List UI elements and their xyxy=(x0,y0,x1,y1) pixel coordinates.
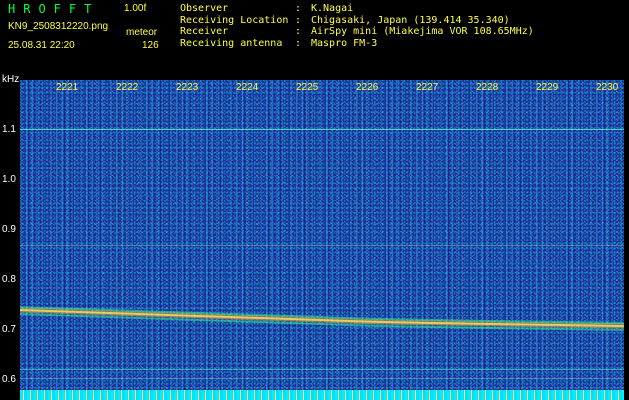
time-tick-label: 2228 xyxy=(476,82,499,93)
meteor-count: 126 xyxy=(142,40,159,51)
datetime-label: 25.08.31 22:20 xyxy=(8,40,75,51)
info-value: AirSpy mini (Miakejima VOR 108.65MHz) xyxy=(311,26,534,37)
y-tick-label: 1.1 xyxy=(2,124,16,135)
y-tick-label: 0.6 xyxy=(2,374,16,385)
meteor-label: meteor xyxy=(126,27,158,38)
unit-label: kHz xyxy=(2,74,20,85)
time-tick-label: 2225 xyxy=(296,82,319,93)
time-tick-label: 2221 xyxy=(56,82,79,93)
version-label: 1.00f xyxy=(124,3,147,14)
info-row-receiver: Receiver : AirSpy mini (Miakejima VOR 10… xyxy=(180,26,534,38)
header-left: HROFFT 1.00f KN9_2508312220.png meteor 2… xyxy=(0,0,165,75)
y-tick-label: 0.7 xyxy=(2,324,16,335)
info-key: Receiving Location xyxy=(180,14,289,26)
info-value: K.Nagai xyxy=(311,3,354,14)
time-tick-label: 2229 xyxy=(536,82,559,93)
signal-trace xyxy=(20,306,624,331)
info-separator: : xyxy=(295,37,302,49)
info-key: Receiver xyxy=(180,26,229,37)
info-key: Receiving antenna xyxy=(180,37,283,49)
info-separator: : xyxy=(295,3,302,14)
app-title: HROFFT xyxy=(8,2,100,16)
time-tick-label: 2222 xyxy=(116,82,139,93)
info-value: Maspro FM-3 xyxy=(311,37,378,49)
time-tick-label: 2223 xyxy=(176,82,199,93)
info-row-location: Receiving Location : Chigasaki, Japan (1… xyxy=(180,15,534,27)
time-tick-label: 2224 xyxy=(236,82,259,93)
spectrogram-plot[interactable]: 2221 2222 2223 2224 2225 2226 2227 2228 … xyxy=(20,80,624,400)
y-tick-label: 1.0 xyxy=(2,174,16,185)
time-tick-label: 2227 xyxy=(416,82,439,93)
info-separator: : xyxy=(295,14,302,26)
filename-label: KN9_2508312220.png xyxy=(8,21,109,32)
y-tick-label: 0.8 xyxy=(2,274,16,285)
info-key: Observer xyxy=(180,3,229,14)
info-row-observer: Observer : K.Nagai xyxy=(180,3,534,15)
info-row-antenna: Receiving antenna : Maspro FM-3 xyxy=(180,38,534,50)
bottom-intensity-strip xyxy=(20,390,624,400)
info-separator: : xyxy=(295,26,302,37)
y-tick-label: 0.9 xyxy=(2,224,16,235)
time-tick-label: 2230 xyxy=(596,82,619,93)
station-info: Observer : K.Nagai Receiving Location : … xyxy=(180,3,534,49)
info-value: Chigasaki, Japan (139.414 35.340) xyxy=(311,14,510,26)
time-tick-label: 2226 xyxy=(356,82,379,93)
